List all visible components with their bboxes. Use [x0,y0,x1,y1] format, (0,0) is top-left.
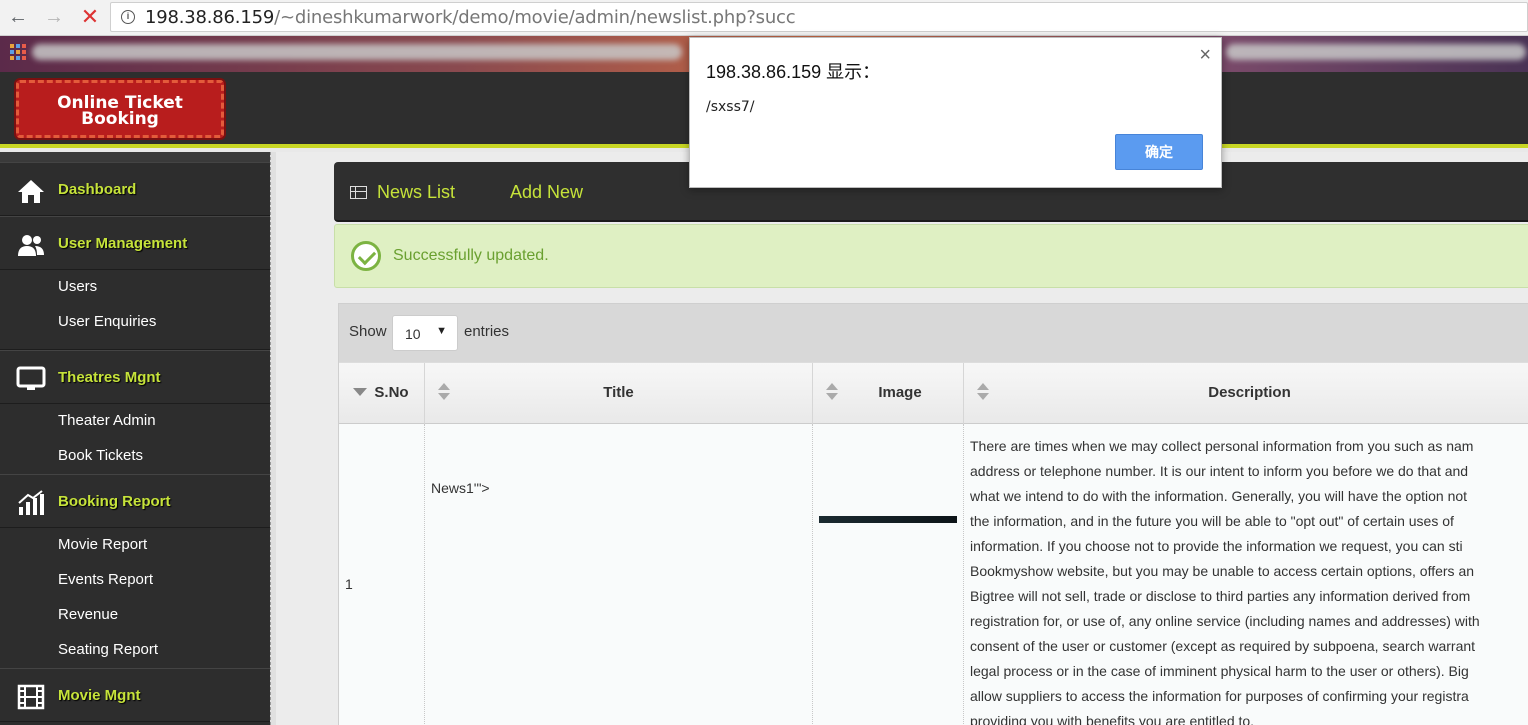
table-header: S.No Title Image Description [339,362,1528,425]
url-text: 198.38.86.159/~dineshkumarwork/demo/movi… [145,7,796,28]
sidebar-subitem-label: Events Report [58,571,154,588]
success-alert: Successfully updated. [334,224,1528,288]
stop-loading-icon[interactable]: ✕ [78,5,102,29]
sidebar-subitem-book-tickets[interactable]: Book Tickets [0,439,270,474]
forward-arrow-icon[interactable]: → [42,5,66,29]
monitor-icon [16,366,46,390]
table-row: 1 News1'"> There are times when we may c… [339,424,1528,725]
show-label: Show [349,323,387,340]
sidebar-item-label: Theatres Mgnt [58,369,161,386]
url-path: /~dineshkumarwork/demo/movie/admin/newsl… [274,7,796,28]
logo[interactable]: Online Ticket Booking [16,80,224,138]
alert-message: Successfully updated. [393,247,549,264]
sidebar-subitem-label: Theater Admin [58,412,156,429]
sidebar-item-label: Movie Mgnt [58,687,141,704]
description-text: There are times when we may collect pers… [970,434,1528,725]
close-icon[interactable]: × [1199,44,1211,67]
sidebar-subitem-label: Revenue [58,606,119,623]
description-line: consent of the user or customer (except … [970,638,1476,654]
tab-add-new[interactable]: Add New [510,182,583,203]
column-header-label: S.No [374,384,409,401]
sidebar-subitem-movie-report[interactable]: Movie Report [0,528,270,563]
column-header-title[interactable]: Title [425,363,813,425]
news-image-thumbnail [819,516,957,523]
sidebar-subitem-events-report[interactable]: Events Report [0,563,270,598]
sno-value: 1 [345,576,353,592]
ok-button[interactable]: 确定 [1115,134,1203,170]
bar-chart-icon [18,490,44,515]
sidebar-subitem-theater-admin[interactable]: Theater Admin [0,404,270,439]
browser-toolbar: ← → ✕ i 198.38.86.159/~dineshkumarwork/d… [0,0,1528,36]
entries-label: entries [464,323,510,340]
description-line: the information, and in the future you w… [970,513,1454,529]
tab-news-list[interactable]: News List [377,182,455,203]
cell-description: There are times when we may collect pers… [964,424,1528,725]
back-arrow-icon[interactable]: ← [6,5,30,29]
column-header-label: Image [878,384,922,401]
logo-line-2: Booking [81,109,159,129]
sidebar-item-movie-mgnt[interactable]: Movie Mgnt [0,668,270,722]
apps-grid-icon[interactable] [10,44,26,60]
sidebar-item-dashboard[interactable]: Dashboard [0,162,270,216]
column-header-description[interactable]: Description [964,363,1528,425]
description-line: Bigtree will not sell, trade or disclose… [970,588,1471,604]
redacted-bookmarks [32,44,682,60]
description-line: There are times when we may collect pers… [970,438,1474,454]
sidebar-subitem-revenue[interactable]: Revenue [0,598,270,633]
sidebar-subitem-label: Users [58,278,98,295]
users-icon [18,235,44,256]
sidebar-subitem-label: Book Tickets [58,447,144,464]
cell-image [813,424,964,725]
column-header-image[interactable]: Image [813,363,964,425]
description-line: Bookmyshow website, but you may be unabl… [970,563,1475,579]
description-line: address or telephone number. It is our i… [970,463,1469,479]
column-header-label: Title [603,384,634,401]
sidebar-subitem-label: Movie Report [58,536,148,553]
page-size-select[interactable]: 10 ▼ [392,315,458,351]
sidebar-item-user-management[interactable]: User Management [0,216,270,270]
film-icon [17,684,45,710]
title-value: News1'"> [431,480,490,496]
redacted-bookmarks [1226,44,1526,60]
description-line: information. If you choose not to provid… [970,538,1463,554]
column-header-label: Description [1208,384,1291,401]
sidebar-item-booking-report[interactable]: Booking Report [0,474,270,528]
caret-down-icon: ▼ [436,325,447,337]
sidebar-subitem-users[interactable]: Users [0,270,270,305]
sidebar: Dashboard User Management Users User Enq… [0,152,270,725]
table-controls: Show 10 ▼ entries [339,304,1528,362]
sidebar-subitem-label: Seating Report [58,641,159,658]
url-host: 198.38.86.159 [145,7,275,28]
description-line: providing you with benefits you are enti… [970,713,1255,725]
sidebar-subitem-label: User Enquiries [58,313,157,330]
description-line: allow suppliers to access the informatio… [970,688,1469,704]
sidebar-item-theatres-mgnt[interactable]: Theatres Mgnt [0,350,270,404]
check-circle-icon [351,241,381,271]
description-line: what we intend to do with the informatio… [970,488,1468,504]
news-table: Show 10 ▼ entries S.No Title Image Descr… [338,303,1528,725]
sidebar-item-label: Dashboard [58,181,137,198]
column-header-sno[interactable]: S.No [339,363,425,425]
cell-sno: 1 [339,424,425,725]
dialog-title: 198.38.86.159 显示： [706,62,881,82]
sidebar-item-label: Booking Report [58,493,171,510]
dialog-message: /sxss7/ [706,99,755,115]
sidebar-subitem-user-enquiries[interactable]: User Enquiries [0,305,270,340]
sidebar-item-label: User Management [58,235,188,252]
description-line: legal process or in the case of imminent… [970,663,1469,679]
page-size-value: 10 [405,326,421,342]
cell-title: News1'"> [425,424,813,725]
home-icon [18,180,44,203]
main-content: News List Add New Successfully updated. … [276,152,1528,725]
info-icon[interactable]: i [121,10,135,24]
alert-dialog: 198.38.86.159 显示： × /sxss7/ 确定 [689,37,1222,188]
table-icon [350,186,367,199]
address-bar[interactable]: i 198.38.86.159/~dineshkumarwork/demo/mo… [110,2,1528,32]
description-line: registration for, or use of, any online … [970,613,1480,629]
sidebar-subitem-seating-report[interactable]: Seating Report [0,633,270,668]
